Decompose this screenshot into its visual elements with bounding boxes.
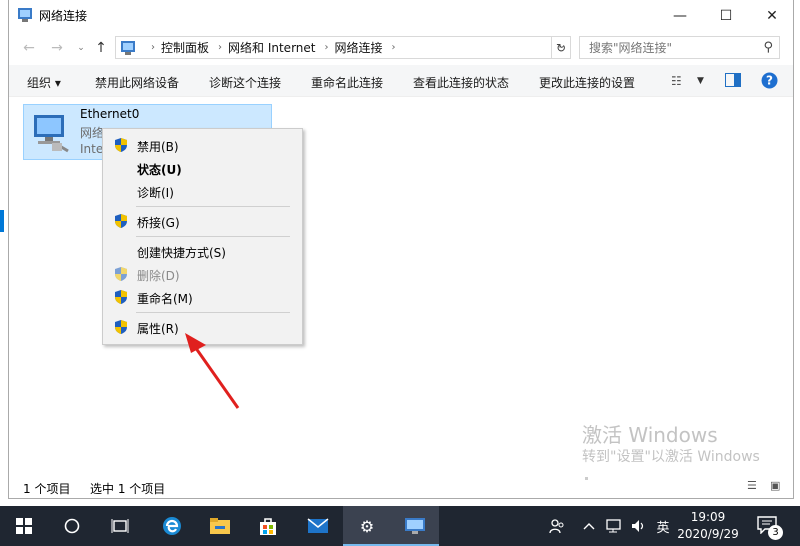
menu-label: 诊断(I) — [137, 186, 174, 200]
desktop-left-indicator — [0, 210, 4, 232]
menu-item-delete: 删除(D) — [103, 263, 302, 285]
disable-device-button[interactable]: 禁用此网络设备 — [95, 74, 179, 91]
task-view-icon[interactable] — [96, 506, 144, 546]
forward-icon[interactable]: → — [47, 39, 67, 57]
start-button[interactable] — [0, 506, 48, 546]
control-panel-icon — [121, 40, 135, 55]
network-connections-taskbar-icon[interactable] — [391, 506, 439, 546]
menu-item-disable[interactable]: 禁用(B) — [103, 134, 302, 156]
network-status-icon[interactable] — [605, 506, 623, 546]
breadcrumb-control-panel[interactable]: 控制面板 › — [161, 39, 222, 56]
breadcrumb-network-connections[interactable]: 网络连接 › — [334, 39, 395, 56]
network-connections-icon — [18, 8, 32, 22]
menu-label: 状态(U) — [137, 163, 182, 177]
uac-shield-icon — [115, 214, 127, 228]
menu-item-diagnose[interactable]: 诊断(I) — [103, 180, 302, 202]
menu-label: 删除(D) — [137, 269, 180, 283]
breadcrumb-root-chevron[interactable]: › — [142, 42, 155, 53]
tray-chevron-up-icon[interactable] — [581, 506, 597, 546]
up-icon[interactable]: ↑ — [91, 39, 111, 57]
connection-name: Ethernet0 — [80, 107, 140, 121]
recent-locations-chevron-icon[interactable]: ⌄ — [71, 39, 91, 57]
menu-separator — [136, 206, 290, 207]
connection-network: 网络 — [80, 126, 105, 140]
mail-icon[interactable] — [294, 506, 342, 546]
diagnose-connection-button[interactable]: 诊断这个连接 — [209, 74, 281, 91]
clock-time: 19:09 — [690, 510, 726, 524]
command-bar: 组织 ▾ 禁用此网络设备 诊断这个连接 重命名此连接 查看此连接的状态 更改此连… — [9, 65, 793, 97]
search-circle-icon[interactable] — [48, 506, 96, 546]
menu-item-rename[interactable]: 重命名(M) — [103, 286, 302, 308]
connection-device: Inte — [80, 142, 104, 156]
volume-icon[interactable] — [630, 506, 648, 546]
window-title: 网络连接 — [39, 9, 88, 23]
system-clock[interactable]: 19:09 2020/9/29 — [672, 509, 744, 543]
title-bar[interactable]: 网络连接 — ☐ ✕ — [9, 0, 793, 31]
notification-count-badge: 3 — [768, 525, 783, 540]
view-status-button[interactable]: 查看此连接的状态 — [413, 74, 509, 91]
breadcrumb-network-internet[interactable]: 网络和 Internet › — [228, 39, 328, 56]
search-icon[interactable]: ⚲ — [763, 40, 773, 55]
view-options-chevron-icon[interactable]: ▼ — [697, 76, 704, 86]
address-row: ← → ⌄ ↑ › 控制面板 › 网络和 Internet › 网络连接 › ⌄ ↻ … — [9, 31, 793, 65]
refresh-icon[interactable]: ↻ — [551, 36, 571, 59]
change-view-icon[interactable]: ☷ — [671, 74, 682, 88]
preview-pane-icon[interactable] — [725, 73, 741, 90]
help-icon[interactable]: ? — [761, 72, 778, 92]
back-icon[interactable]: ← — [19, 39, 39, 57]
menu-item-properties[interactable]: 属性(R) — [103, 316, 302, 338]
minimize-button[interactable]: — — [657, 0, 703, 31]
menu-item-status[interactable]: 状态(U) — [103, 157, 302, 179]
status-bar: 1 个项目 选中 1 个项目 ☰ ▣ — [9, 475, 793, 497]
search-placeholder: 搜索"网络连接" — [589, 41, 673, 55]
selected-count: 选中 1 个项目 — [90, 482, 166, 496]
organize-menu[interactable]: 组织 ▾ — [27, 74, 61, 91]
windows-logo-icon — [16, 518, 32, 534]
large-icons-view-icon[interactable]: ▣ — [770, 479, 786, 493]
clock-date: 2020/9/29 — [677, 527, 739, 541]
address-bar[interactable]: › 控制面板 › 网络和 Internet › 网络连接 › ⌄ — [115, 36, 571, 59]
item-count: 1 个项目 — [23, 482, 71, 496]
menu-item-bridge[interactable]: 桥接(G) — [103, 210, 302, 232]
svg-text:?: ? — [766, 74, 773, 88]
menu-separator — [136, 312, 290, 313]
menu-label: 重命名(M) — [137, 292, 193, 306]
context-menu: 禁用(B) 状态(U) 诊断(I) 桥接(G) 创建快捷方式(S) 删除(D) … — [102, 128, 303, 345]
activation-watermark-title: 激活 Windows — [582, 423, 718, 447]
action-center-icon[interactable]: 3 — [757, 514, 783, 540]
close-button[interactable]: ✕ — [749, 0, 795, 31]
rename-connection-button[interactable]: 重命名此连接 — [311, 74, 383, 91]
menu-label: 属性(R) — [137, 322, 179, 336]
search-input[interactable]: 搜索"网络连接" ⚲ — [579, 36, 780, 59]
uac-shield-icon — [115, 267, 127, 281]
taskbar: ⚙ 英 19:09 2020/9/29 3 — [0, 506, 800, 546]
ime-language-indicator[interactable]: 英 — [652, 506, 674, 546]
menu-item-create-shortcut[interactable]: 创建快捷方式(S) — [103, 240, 302, 262]
change-settings-button[interactable]: 更改此连接的设置 — [539, 74, 635, 91]
uac-shield-icon — [115, 290, 127, 304]
settings-gear-icon[interactable]: ⚙ — [343, 506, 391, 546]
uac-shield-icon — [115, 320, 127, 334]
store-icon[interactable] — [244, 506, 292, 546]
people-icon[interactable] — [545, 506, 569, 546]
activation-watermark-text: 转到"设置"以激活 Windows — [582, 449, 760, 465]
menu-separator — [136, 236, 290, 237]
file-explorer-icon[interactable] — [196, 506, 244, 546]
maximize-button[interactable]: ☐ — [703, 0, 749, 31]
menu-label: 禁用(B) — [137, 140, 179, 154]
menu-label: 桥接(G) — [137, 216, 180, 230]
details-view-icon[interactable]: ☰ — [747, 479, 763, 493]
edge-browser-icon[interactable] — [148, 506, 196, 546]
uac-shield-icon — [115, 138, 127, 152]
menu-label: 创建快捷方式(S) — [137, 246, 226, 260]
ethernet-adapter-icon — [34, 115, 69, 153]
